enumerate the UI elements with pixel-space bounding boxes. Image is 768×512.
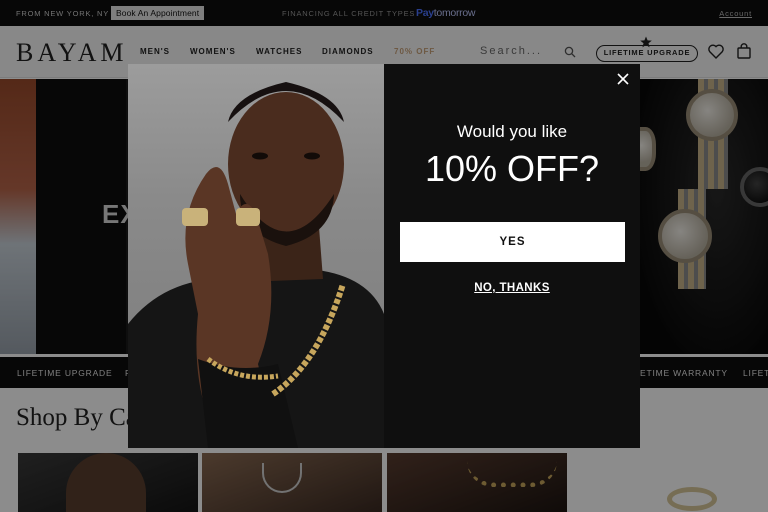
page: FROM NEW YORK, NY Book An Appointment FI… xyxy=(0,0,768,512)
yes-button[interactable]: YES xyxy=(400,222,625,262)
model-illustration xyxy=(128,82,384,448)
popup-question-line2: 10% OFF? xyxy=(424,148,600,189)
popup-model-photo xyxy=(128,64,384,448)
popup-content-panel: Would you like 10% OFF? YES NO, THANKS xyxy=(384,64,640,448)
no-thanks-link[interactable]: NO, THANKS xyxy=(384,282,640,294)
popup-question-line1: Would you like xyxy=(456,122,568,141)
discount-popup: Would you like 10% OFF? YES NO, THANKS xyxy=(128,64,640,448)
close-icon[interactable] xyxy=(616,72,630,86)
